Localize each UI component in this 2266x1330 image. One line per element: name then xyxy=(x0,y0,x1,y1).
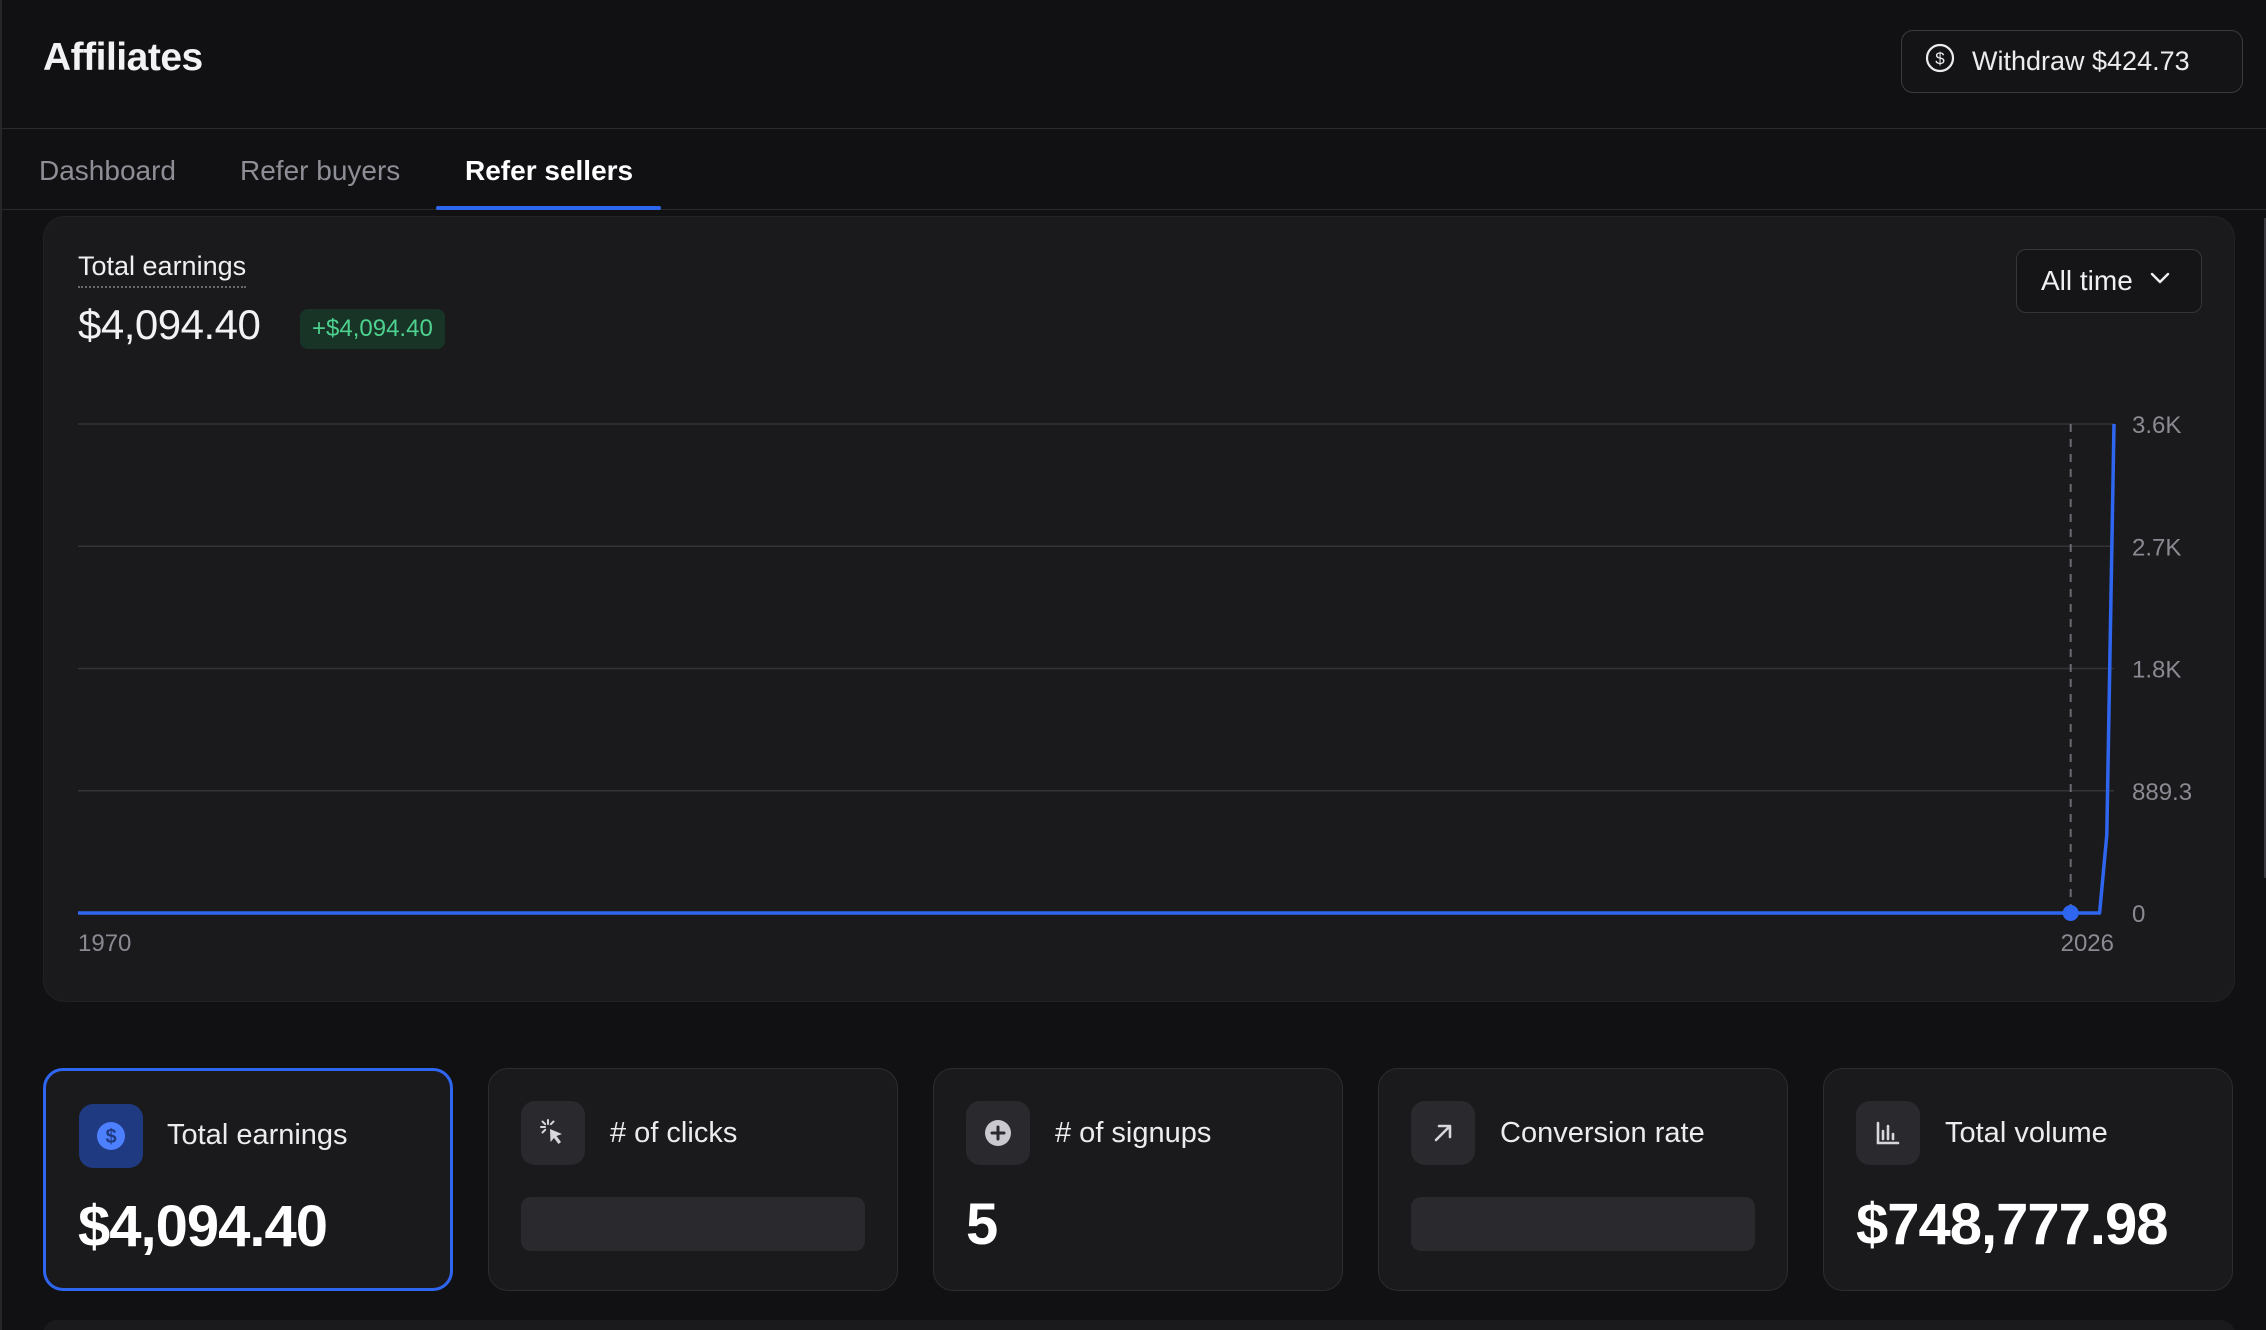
delta-badge: +$4,094.40 xyxy=(300,309,445,349)
tab-bar: Dashboard Refer buyers Refer sellers xyxy=(2,130,2266,210)
loading-skeleton xyxy=(1411,1197,1755,1251)
x-tick-label: 1970 xyxy=(78,930,131,957)
metric-label: Total earnings xyxy=(167,1119,348,1151)
cursor-click-icon xyxy=(521,1101,585,1165)
metric-card-signups[interactable]: # of signups 5 xyxy=(933,1068,1343,1291)
affiliates-page: Affiliates $ Withdraw $424.73 Dashboard … xyxy=(0,0,2266,1330)
range-value: All time xyxy=(2041,265,2133,296)
tab-dashboard[interactable]: Dashboard xyxy=(39,155,176,187)
y-tick-label: 2.7K xyxy=(2132,534,2181,561)
chevron-down-icon xyxy=(2147,265,2173,298)
metric-label: Total volume xyxy=(1945,1117,2108,1149)
dollar-icon: $ xyxy=(79,1104,143,1168)
metric-label: # of clicks xyxy=(610,1117,738,1149)
tab-refer-sellers[interactable]: Refer sellers xyxy=(465,155,633,187)
plus-circle-icon xyxy=(966,1101,1030,1165)
y-tick-label: 3.6K xyxy=(2132,412,2181,439)
y-tick-label: 0 xyxy=(2132,901,2145,928)
metric-label: Conversion rate xyxy=(1500,1117,1705,1149)
withdraw-label: Withdraw $424.73 xyxy=(1972,46,2190,76)
metric-card-total-volume[interactable]: Total volume $748,777.98 xyxy=(1823,1068,2233,1291)
metric-value: $4,094.40 xyxy=(78,1194,328,1259)
y-tick-label: 1.8K xyxy=(2132,657,2181,684)
metric-value: 5 xyxy=(966,1192,998,1257)
chart-total-value: $4,094.40 xyxy=(78,301,261,348)
dollar-circle-icon: $ xyxy=(1924,42,1956,81)
svg-text:$: $ xyxy=(105,1126,116,1148)
active-tab-indicator xyxy=(436,206,661,210)
page-header: Affiliates $ Withdraw $424.73 xyxy=(2,0,2266,129)
bar-chart-icon xyxy=(1856,1101,1920,1165)
loading-skeleton xyxy=(521,1197,865,1251)
metric-card-total-earnings[interactable]: $ Total earnings $4,094.40 xyxy=(43,1068,453,1291)
hover-point xyxy=(2062,905,2079,921)
metric-value: $748,777.98 xyxy=(1856,1192,2169,1257)
chart-label[interactable]: Total earnings xyxy=(78,251,247,288)
next-card-edge xyxy=(43,1320,2235,1330)
earnings-chart-card: 3.6K 2.7K 1.8K 889.3 0 1970 2026 Total earning… xyxy=(43,216,2235,1002)
metric-card-conversion-rate[interactable]: Conversion rate xyxy=(1378,1068,1788,1291)
tab-refer-buyers[interactable]: Refer buyers xyxy=(240,155,400,187)
page-title: Affiliates xyxy=(43,36,203,79)
metric-card-clicks[interactable]: # of clicks xyxy=(488,1068,898,1291)
time-range-select[interactable]: All time xyxy=(2016,249,2202,313)
withdraw-button[interactable]: $ Withdraw $424.73 xyxy=(1901,30,2243,93)
y-tick-label: 889.3 xyxy=(2132,779,2192,806)
svg-text:$: $ xyxy=(1935,49,1945,68)
metric-label: # of signups xyxy=(1055,1117,1212,1149)
x-tick-label: 2026 xyxy=(2061,930,2114,957)
arrow-up-right-icon xyxy=(1411,1101,1475,1165)
